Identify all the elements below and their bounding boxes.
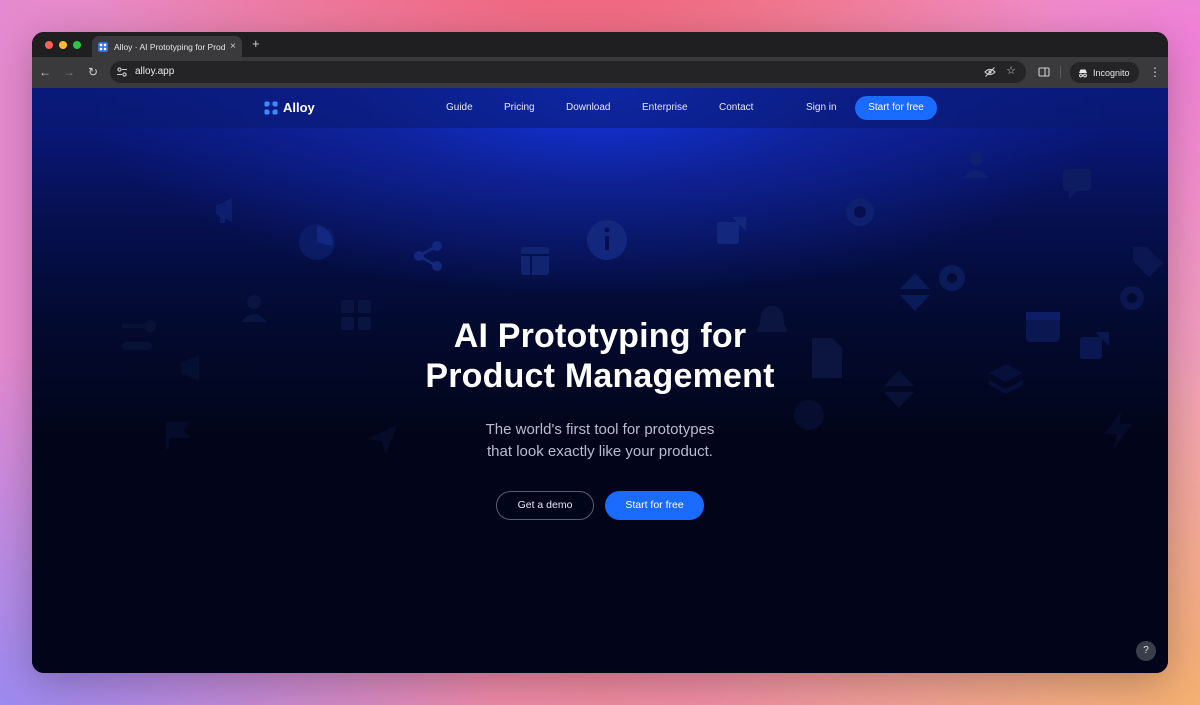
reload-button[interactable]: ↻	[86, 65, 100, 79]
new-tab-button[interactable]: +	[252, 36, 260, 52]
tab-close-icon[interactable]: ×	[230, 41, 236, 52]
brand-name: Alloy	[283, 100, 315, 115]
nav-link-pricing[interactable]: Pricing	[504, 102, 535, 113]
settings-icon	[939, 265, 965, 291]
side-panel-icon[interactable]	[1038, 66, 1050, 78]
hero-title-line-1: AI Prototyping for	[453, 317, 747, 355]
incognito-icon	[1079, 69, 1087, 77]
pie-chart-icon	[299, 224, 335, 260]
nav-link-enterprise[interactable]: Enterprise	[642, 102, 688, 113]
address-bar[interactable]: alloy.app ☆	[110, 61, 1026, 83]
tag-icon	[1133, 247, 1163, 277]
megaphone-icon	[216, 198, 232, 223]
external-link-icon	[717, 217, 746, 244]
user-icon	[963, 151, 989, 178]
info-icon	[587, 220, 627, 260]
close-window-button[interactable]	[45, 41, 53, 49]
nav-link-contact[interactable]: Contact	[719, 102, 753, 113]
hero-subtitle-line-2: that look exactly like your product.	[487, 443, 713, 460]
forward-button[interactable]: →	[62, 65, 76, 79]
alloy-logo-icon	[264, 101, 278, 114]
chat-icon	[1063, 169, 1091, 199]
swap-icon	[900, 273, 930, 311]
nav-link-guide[interactable]: Guide	[446, 102, 473, 113]
incognito-badge[interactable]: Incognito	[1070, 62, 1139, 83]
minimize-window-button[interactable]	[59, 41, 67, 49]
hero-subtitle-line-1: The world's first tool for prototypes	[485, 421, 715, 438]
cog-icon	[1120, 286, 1144, 310]
maximize-window-button[interactable]	[73, 41, 81, 49]
tab-title: Alloy · AI Prototyping for Product Manag…	[114, 41, 226, 52]
gear-icon	[846, 198, 874, 226]
get-a-demo-button[interactable]: Get a demo	[496, 491, 594, 520]
start-for-free-button[interactable]: Start for free	[605, 491, 704, 520]
browser-tab[interactable]: Alloy · AI Prototyping for Product Manag…	[92, 36, 242, 57]
browser-window: Alloy · AI Prototyping for Product Manag…	[32, 32, 1168, 673]
back-button[interactable]: ←	[38, 65, 52, 79]
browser-menu-icon[interactable]: ⋮	[1149, 65, 1161, 79]
hero-title-line-2: Product Management	[425, 357, 775, 395]
tab-bar: Alloy · AI Prototyping for Product Manag…	[32, 32, 1168, 57]
hero-subtitle: The world's first tool for prototypes th…	[32, 419, 1168, 463]
site-settings-icon[interactable]	[116, 66, 128, 78]
eye-off-icon[interactable]	[984, 66, 996, 78]
webpage: Alloy Guide Pricing Download Enterprise …	[32, 88, 1168, 673]
hero-title: AI Prototyping for Product Management	[32, 316, 1168, 396]
share-icon	[414, 241, 442, 271]
alloy-favicon-icon	[98, 41, 108, 52]
nav-link-download[interactable]: Download	[566, 102, 610, 113]
bookmark-star-icon[interactable]: ☆	[1006, 64, 1016, 77]
site-navbar: Alloy Guide Pricing Download Enterprise …	[32, 88, 1168, 128]
url-text[interactable]: alloy.app	[135, 66, 174, 77]
alloy-logo[interactable]: Alloy	[264, 100, 315, 115]
incognito-label: Incognito	[1093, 67, 1130, 78]
start-for-free-nav-button[interactable]: Start for free	[855, 96, 937, 120]
help-button[interactable]: ?	[1136, 641, 1156, 661]
browser-toolbar: ← → ↻ alloy.app ☆ Incognito ⋮	[32, 57, 1168, 88]
layout-icon	[521, 247, 549, 275]
toolbar-divider	[1060, 66, 1061, 78]
sign-in-link[interactable]: Sign in	[806, 102, 837, 113]
